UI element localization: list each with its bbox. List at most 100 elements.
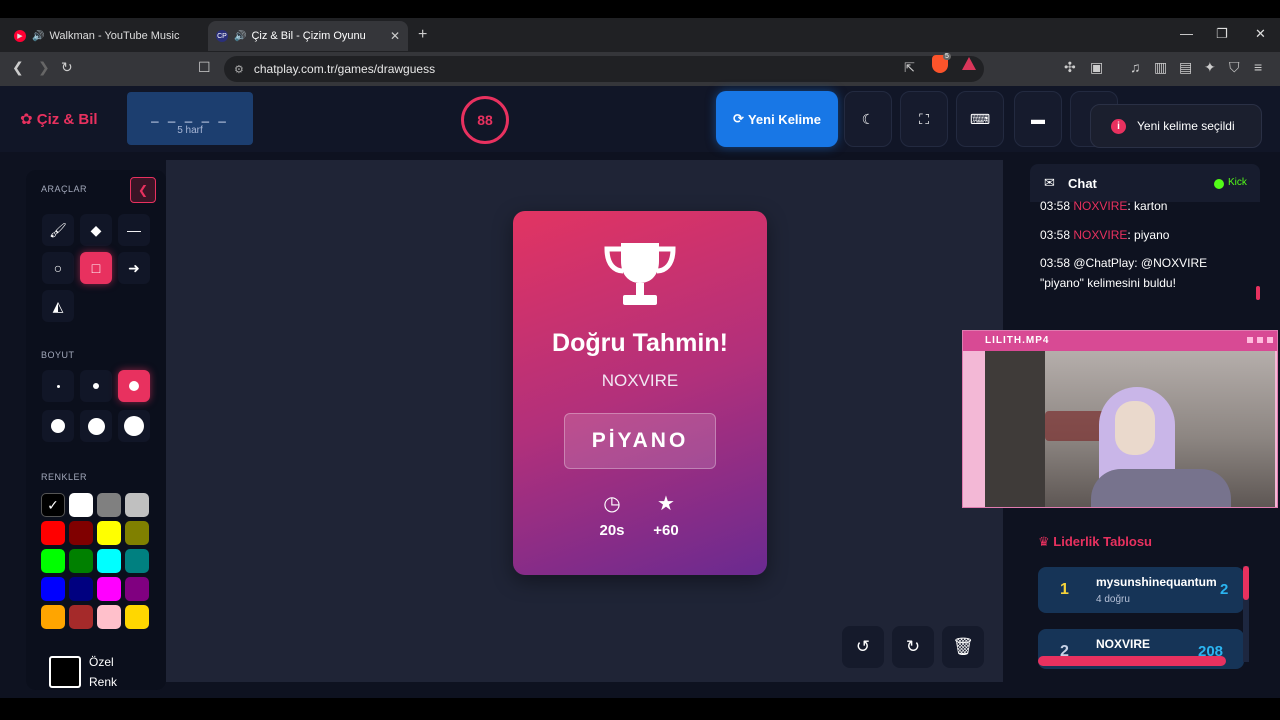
color-swatch[interactable]	[97, 577, 121, 601]
share-icon[interactable]: ⇱	[904, 60, 915, 76]
info-icon: i	[1111, 118, 1126, 134]
size-option-5[interactable]	[80, 410, 112, 442]
clear-button[interactable]: 🗑	[942, 626, 984, 668]
color-swatch[interactable]	[97, 493, 121, 517]
chat-message: 03:58 NOXVIRE: piyano	[1040, 228, 1170, 242]
color-swatch[interactable]	[69, 521, 93, 545]
webcam-title: LILITH.MP4	[985, 335, 1050, 346]
archive-button[interactable]: ▬	[1014, 91, 1062, 147]
collapse-panel-button[interactable]: ❮	[130, 177, 156, 203]
card-title: Doğru Tahmin!	[552, 329, 728, 357]
tools-heading: ARAÇLAR	[41, 184, 88, 194]
media-icon[interactable]: ♫	[1130, 59, 1141, 75]
trophy-icon	[604, 243, 676, 305]
app-header: ✿ Çiz & Bil _ _ _ _ _ 5 harf 88 ⟳ Yeni K…	[0, 86, 1280, 152]
colors-heading: RENKLER	[41, 472, 88, 482]
points-value: +60	[653, 522, 679, 539]
color-swatch[interactable]	[97, 549, 121, 573]
fill-tool[interactable]: ◭	[42, 290, 74, 322]
chat-panel: ✉ Chat Kick 03:58 NOXVIRE: karton 03:58 …	[1028, 164, 1260, 324]
close-window-icon[interactable]: ✕	[1255, 26, 1266, 42]
color-swatch[interactable]	[69, 493, 93, 517]
sidebar-icon[interactable]: ▥	[1154, 59, 1167, 76]
new-tab-icon[interactable]: +	[418, 26, 427, 44]
new-word-button[interactable]: ⟳ Yeni Kelime	[716, 91, 838, 147]
color-swatch[interactable]	[69, 605, 93, 629]
browser-tab-youtube-music[interactable]: ▶ 🔊 Walkman - YouTube Music	[6, 21, 206, 51]
restore-icon[interactable]: ❐	[1216, 26, 1228, 42]
forward-icon[interactable]: ❯	[38, 59, 50, 76]
minimize-icon[interactable]: —	[1180, 26, 1193, 41]
color-swatch[interactable]	[41, 549, 65, 573]
chat-scrollbar[interactable]	[1256, 286, 1260, 300]
leaderboard-title: ♛ Liderlik Tablosu	[1038, 534, 1152, 549]
eraser-tool[interactable]: ◆	[80, 214, 112, 246]
keyboard-button[interactable]: ⌨	[956, 91, 1004, 147]
webcam-video	[985, 351, 1275, 507]
brush-tool[interactable]: 🖌	[42, 214, 74, 246]
back-icon[interactable]: ❮	[12, 59, 24, 76]
chevron-left-icon: ❮	[137, 183, 149, 197]
fullscreen-button[interactable]: ⛶	[900, 91, 948, 147]
leaderboard-entry: 1 mysunshinequantum 4 doğru 2	[1038, 567, 1244, 613]
size-option-1[interactable]	[42, 370, 74, 402]
word-hint-box: _ _ _ _ _ 5 harf	[127, 92, 253, 145]
size-dot	[124, 416, 144, 436]
webcam-overlay: LILITH.MP4	[962, 330, 1278, 508]
color-swatch[interactable]	[41, 605, 65, 629]
undo-button[interactable]: ↺	[842, 626, 884, 668]
color-swatch[interactable]	[41, 521, 65, 545]
color-swatch[interactable]: ✓	[41, 493, 65, 517]
revealed-word: PİYANO	[564, 413, 716, 469]
size-option-4[interactable]	[42, 410, 74, 442]
size-option-3[interactable]	[118, 370, 150, 402]
reload-icon[interactable]: ↻	[61, 59, 73, 76]
round-timer: 88	[461, 96, 509, 144]
size-dot	[87, 417, 105, 435]
bookmark-icon[interactable]: ☐	[198, 59, 211, 76]
size-option-6[interactable]	[118, 410, 150, 442]
address-bar[interactable]: ⚙ chatplay.com.tr/games/drawguess ⇱	[224, 56, 984, 82]
color-swatch[interactable]	[125, 549, 149, 573]
word-dashes: _ _ _ _ _	[151, 108, 229, 123]
menu-icon[interactable]: ≡	[1254, 59, 1262, 75]
vpn-icon[interactable]: ⛉	[1229, 59, 1240, 76]
color-swatch[interactable]	[97, 521, 121, 545]
brave-rewards-icon[interactable]	[962, 57, 976, 70]
screenshot-icon[interactable]: ▣	[1090, 59, 1103, 76]
browser-tab-cizbil[interactable]: CP 🔊 Çiz & Bil - Çizim Oyunu ✕	[208, 21, 408, 51]
tab-title: Walkman - YouTube Music	[49, 30, 180, 42]
dark-mode-button[interactable]: ☾	[844, 91, 892, 147]
crown-icon: ♛	[1038, 534, 1050, 549]
leo-icon[interactable]: ✦	[1204, 59, 1216, 76]
paint-bucket-icon: ◭	[52, 297, 64, 314]
moon-icon: ☾	[861, 110, 875, 127]
color-swatch[interactable]	[125, 577, 149, 601]
line-tool[interactable]: —	[118, 214, 150, 246]
rectangle-icon: □	[91, 260, 101, 276]
leaderboard-scroll-thumb[interactable]	[1243, 566, 1249, 600]
extensions-icon[interactable]: ✣	[1064, 59, 1076, 76]
size-heading: BOYUT	[41, 350, 75, 360]
color-swatch[interactable]	[69, 549, 93, 573]
custom-color-swatch[interactable]	[49, 656, 81, 688]
color-swatch[interactable]	[41, 577, 65, 601]
circle-tool[interactable]: ○	[42, 252, 74, 284]
color-swatch[interactable]	[125, 521, 149, 545]
wallet-icon[interactable]: ▤	[1179, 59, 1192, 76]
color-swatch[interactable]	[125, 605, 149, 629]
close-tab-icon[interactable]: ✕	[390, 29, 400, 43]
color-swatch[interactable]	[69, 577, 93, 601]
custom-color-label: Özel Renk	[89, 655, 118, 689]
drawing-canvas[interactable]: Doğru Tahmin! NOXVIRE PİYANO ◷ 20s ★ +60…	[166, 160, 1003, 682]
keyboard-icon: ⌨	[969, 110, 991, 127]
arrow-tool[interactable]: ➜	[118, 252, 150, 284]
color-swatch[interactable]	[97, 605, 121, 629]
size-option-2[interactable]	[80, 370, 112, 402]
color-swatch[interactable]	[125, 493, 149, 517]
site-settings-icon[interactable]: ⚙	[234, 63, 244, 76]
redo-button[interactable]: ↻	[892, 626, 934, 668]
chat-message: 03:58 @ChatPlay: @NOXVIRE "piyano" kelim…	[1040, 256, 1208, 290]
undo-icon: ↺	[855, 637, 871, 656]
rectangle-tool[interactable]: □	[80, 252, 112, 284]
